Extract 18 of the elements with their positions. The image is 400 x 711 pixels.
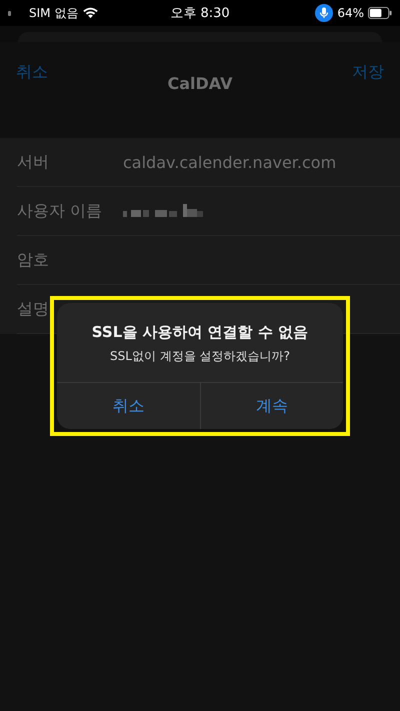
battery-icon [368,7,392,19]
alert-title: SSL을 사용하여 연결할 수 없음 [92,323,308,342]
field-value[interactable]: caldav.calender.naver.com [123,152,336,172]
alert-button[interactable]: 취소 [57,383,200,429]
field-label: 암호 [17,250,50,270]
sheet-title: CalDAV [168,74,232,93]
alert-message: SSL없이 계정을 설정하겠습니까? [110,348,290,365]
alert-button[interactable]: 계속 [200,383,343,429]
field-label: 설명 [17,298,50,320]
field-label: 서버 [17,152,50,172]
save-button[interactable]: 저장 [352,62,384,83]
cancel-button[interactable]: 취소 [16,62,48,83]
battery-percent: 64% [337,6,364,20]
signal-icon [8,10,11,16]
wifi-icon [82,7,100,19]
field-label: 사용자 이름 [17,200,104,222]
carrier-text: SIM 없음 [29,4,78,22]
clock-text: 오후 8:30 [170,5,230,22]
